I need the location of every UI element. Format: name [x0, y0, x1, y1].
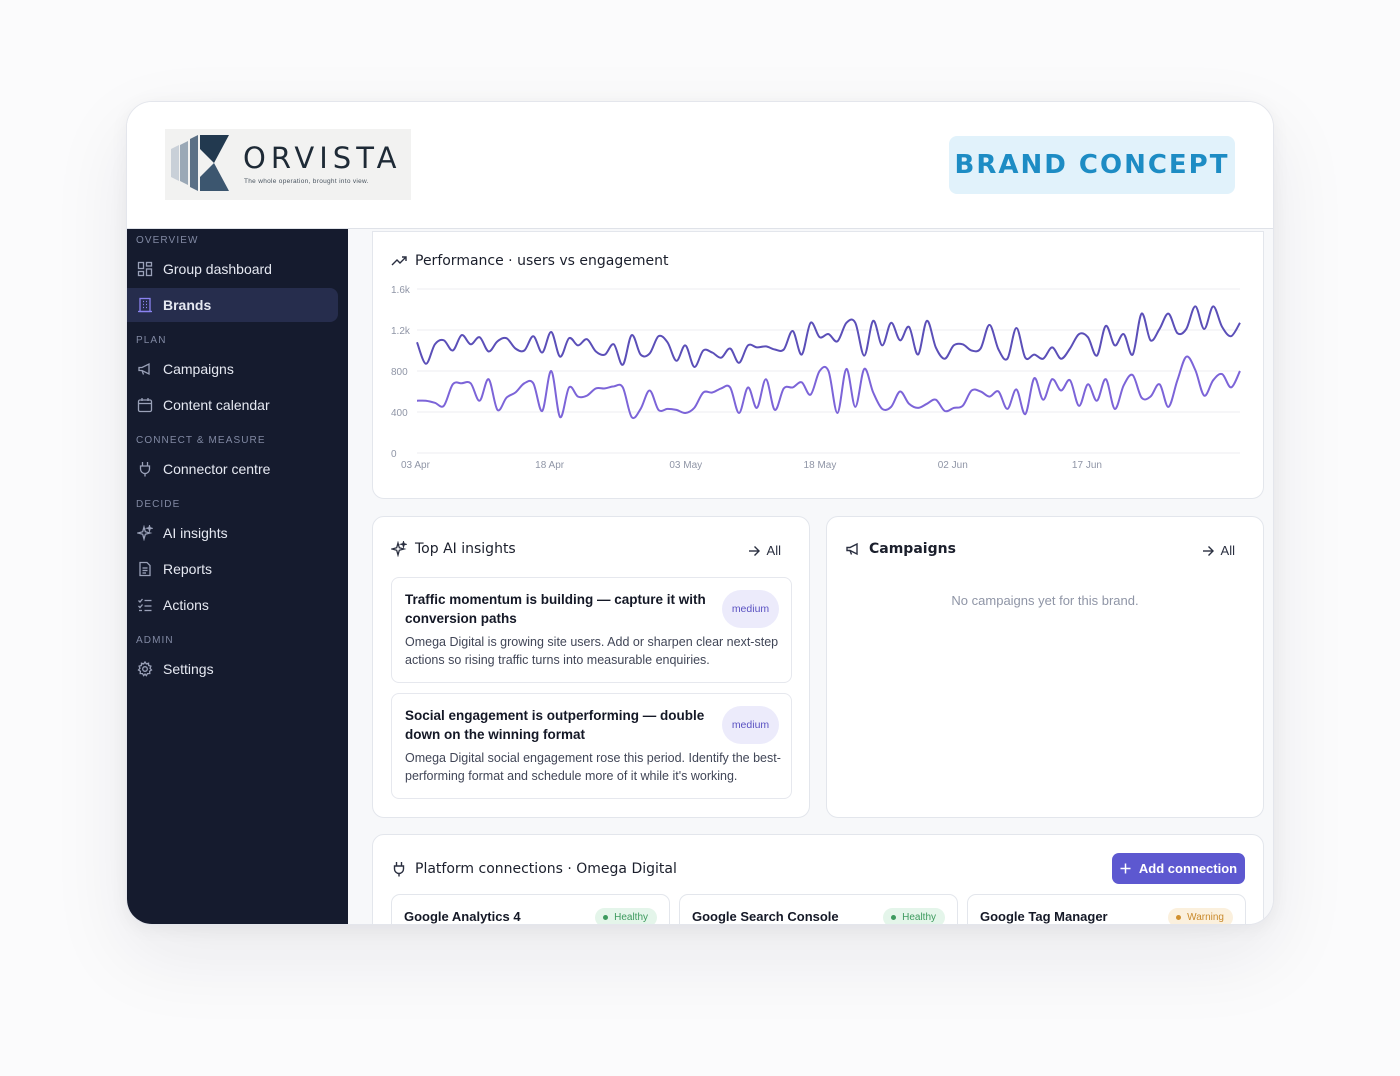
nav-section-connect: CONNECT & MEASURE: [136, 435, 266, 446]
connection-name: Google Analytics 4: [404, 909, 521, 924]
sidebar-item-label: Reports: [163, 561, 213, 577]
x-tick-label: 02 Jun: [938, 460, 968, 471]
series-line-0: [416, 305, 1241, 368]
main-content: Performance · users vs engagement 1.6k 1.…: [348, 229, 1273, 924]
sidebar-item-content-calendar[interactable]: Content calendar: [127, 388, 338, 422]
logo-tagline: The whole operation, brought into view.: [244, 178, 369, 185]
sidebar-item-ai-insights[interactable]: AI insights: [127, 516, 338, 550]
insights-card: Top AI insights All Traffic momentum is …: [372, 516, 810, 818]
insight-title: Social engagement is outperforming — dou…: [405, 708, 705, 742]
connection-card-gsc[interactable]: Google Search Console Healthy: [679, 894, 958, 924]
arrow-right-icon: [1202, 545, 1214, 556]
add-connection-button[interactable]: Add connection: [1112, 853, 1245, 884]
sidebar-item-label: Group dashboard: [163, 261, 272, 277]
sidebar-item-settings[interactable]: Settings: [127, 652, 338, 686]
sidebar-item-connector-centre[interactable]: Connector centre: [127, 452, 338, 486]
y-tick-label: 1.2k: [391, 326, 411, 337]
priority-badge: medium: [722, 706, 779, 744]
sidebar-item-label: AI insights: [163, 525, 228, 541]
sparkles-icon: [391, 541, 407, 557]
insight-item[interactable]: Social engagement is outperforming — dou…: [391, 693, 792, 799]
nav-section-plan: PLAN: [136, 335, 167, 346]
x-tick-label: 03 Apr: [401, 460, 431, 471]
connection-name: Google Tag Manager: [980, 909, 1108, 924]
x-tick-label: 18 Apr: [535, 460, 565, 471]
connection-card-gtm[interactable]: Google Tag Manager Warning: [967, 894, 1246, 924]
connections-card: Platform connections · Omega Digital Add…: [372, 834, 1264, 924]
x-tick-label: 03 May: [669, 460, 702, 471]
performance-chart: 1.6k 1.2k 800 400 0 03 Apr 18 Apr 03 May 18 May 0…: [391, 285, 1241, 471]
brand-logo[interactable]: ORVISTA The whole operation, brought int…: [165, 129, 411, 200]
nav-section-admin: ADMIN: [136, 635, 174, 646]
status-dot-icon: [603, 915, 609, 920]
brand-concept-badge: BRAND CONCEPT: [949, 136, 1235, 194]
sidebar-item-label: Campaigns: [163, 361, 234, 377]
performance-card: Performance · users vs engagement 1.6k 1.…: [372, 231, 1264, 499]
logo-mark-icon: [171, 135, 229, 191]
sidebar: OVERVIEW Group dashboard Brands PLAN Cam…: [127, 229, 348, 924]
sidebar-item-label: Connector centre: [163, 461, 271, 477]
status-dot-icon: [891, 915, 897, 920]
app-frame: ORVISTA The whole operation, brought int…: [126, 101, 1274, 925]
megaphone-icon: [845, 541, 861, 557]
sidebar-item-label: Brands: [163, 297, 212, 313]
sidebar-item-brands[interactable]: Brands: [127, 288, 338, 322]
x-tick-label: 17 Jun: [1072, 460, 1102, 471]
connections-title: Platform connections · Omega Digital: [391, 861, 677, 877]
y-tick-label: 800: [391, 367, 408, 378]
connection-card-ga4[interactable]: Google Analytics 4 Healthy: [391, 894, 670, 924]
campaigns-card: Campaigns All No campaigns yet for this …: [826, 516, 1264, 818]
sparkles-icon: [137, 525, 153, 541]
dashboard-icon: [137, 261, 153, 277]
campaigns-title: Campaigns: [845, 541, 956, 557]
sidebar-item-label: Settings: [163, 661, 214, 677]
insight-body: Omega Digital is growing site users. Add…: [405, 635, 779, 667]
y-tick-label: 400: [391, 408, 408, 419]
sidebar-item-actions[interactable]: Actions: [127, 588, 338, 622]
sidebar-item-reports[interactable]: Reports: [127, 552, 338, 586]
nav-section-decide: DECIDE: [136, 499, 181, 510]
building-icon: [137, 297, 153, 313]
plug-icon: [391, 861, 407, 877]
insight-body: Omega Digital social engagement rose thi…: [405, 751, 781, 783]
plug-icon: [137, 461, 153, 477]
priority-badge: medium: [722, 590, 779, 628]
logo-wordmark: ORVISTA: [243, 141, 402, 175]
nav-section-overview: OVERVIEW: [136, 235, 199, 246]
connection-name: Google Search Console: [692, 909, 839, 924]
series-line-1: [416, 355, 1241, 419]
sidebar-item-campaigns[interactable]: Campaigns: [127, 352, 338, 386]
document-icon: [137, 561, 153, 577]
calendar-icon: [137, 397, 153, 413]
insights-all-link[interactable]: All: [748, 543, 781, 558]
insight-item[interactable]: Traffic momentum is building — capture i…: [391, 577, 792, 683]
plus-icon: [1120, 863, 1131, 874]
status-dot-icon: [1176, 915, 1182, 920]
arrow-right-icon: [748, 545, 760, 556]
sidebar-item-label: Actions: [163, 597, 209, 613]
gear-icon: [137, 661, 153, 677]
sidebar-item-label: Content calendar: [163, 397, 270, 413]
top-bar: ORVISTA The whole operation, brought int…: [127, 102, 1273, 229]
status-badge: Warning: [1168, 908, 1233, 924]
insights-title: Top AI insights: [391, 541, 516, 557]
insight-title: Traffic momentum is building — capture i…: [405, 592, 706, 626]
megaphone-icon: [137, 361, 153, 377]
status-badge: Healthy: [595, 908, 657, 924]
sidebar-item-group-dashboard[interactable]: Group dashboard: [127, 252, 338, 286]
y-tick-label: 1.6k: [391, 285, 411, 296]
status-badge: Healthy: [883, 908, 945, 924]
checklist-icon: [137, 597, 153, 613]
campaigns-all-link[interactable]: All: [1202, 543, 1235, 558]
campaigns-empty-message: No campaigns yet for this brand.: [951, 593, 1139, 608]
x-tick-label: 18 May: [804, 460, 837, 471]
y-tick-label: 0: [391, 449, 397, 460]
